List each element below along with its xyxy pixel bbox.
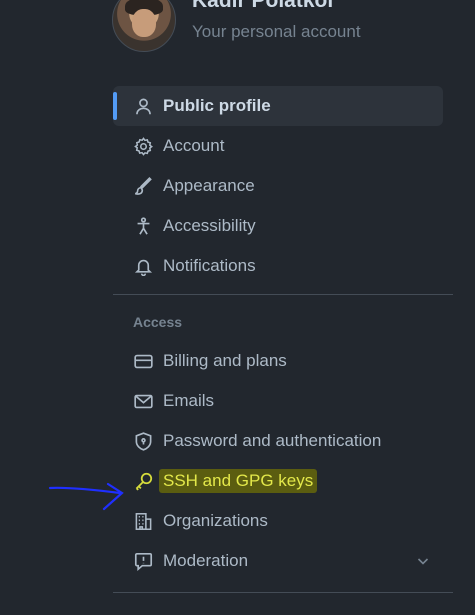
bell-icon (133, 256, 153, 276)
person-icon (133, 96, 153, 116)
key-icon (133, 471, 153, 491)
sidebar-item-label: Password and authentication (163, 431, 382, 450)
profile-header: Kadir Polatkol Your personal account (112, 0, 452, 52)
sidebar-item-label: Account (163, 136, 225, 155)
gear-icon (133, 136, 153, 156)
credit-card-icon (133, 351, 153, 371)
sidebar-item-label: Accessibility (163, 216, 256, 235)
paintbrush-icon (133, 176, 153, 196)
bottom-divider (113, 592, 453, 593)
sidebar-item-ssh-gpg-keys[interactable]: SSH and GPG keys (113, 461, 443, 501)
settings-page: Kadir Polatkol Your personal account Pub… (0, 0, 475, 615)
avatar-face (132, 9, 156, 37)
mail-icon (133, 391, 153, 411)
shield-lock-icon (133, 431, 153, 451)
report-icon (133, 551, 153, 571)
avatar[interactable] (112, 0, 176, 52)
sidebar-item-label: Notifications (163, 256, 256, 275)
chevron-down-icon[interactable] (415, 553, 431, 569)
sidebar-item-label: Billing and plans (163, 351, 287, 370)
organization-icon (133, 511, 153, 531)
sidebar-item-billing[interactable]: Billing and plans (113, 341, 443, 381)
settings-sidebar: Public profile Account Appearance Access… (113, 86, 453, 581)
sidebar-item-password[interactable]: Password and authentication (113, 421, 443, 461)
sidebar-item-public-profile[interactable]: Public profile (113, 86, 443, 126)
sidebar-item-organizations[interactable]: Organizations (113, 501, 443, 541)
sidebar-item-label: Moderation (163, 551, 249, 570)
sidebar-item-label: Organizations (163, 511, 268, 530)
sidebar-item-label: Public profile (163, 96, 271, 115)
sidebar-item-label: Appearance (163, 176, 255, 195)
section-divider (113, 294, 453, 295)
sidebar-item-label: Emails (163, 391, 215, 410)
sidebar-item-account[interactable]: Account (113, 126, 443, 166)
annotation-arrow-icon (48, 482, 124, 511)
sidebar-item-moderation[interactable]: Moderation (113, 541, 443, 581)
sidebar-item-accessibility[interactable]: Accessibility (113, 206, 443, 246)
sidebar-item-appearance[interactable]: Appearance (113, 166, 443, 206)
accessibility-icon (133, 216, 153, 236)
sidebar-item-emails[interactable]: Emails (113, 381, 443, 421)
sidebar-item-notifications[interactable]: Notifications (113, 246, 443, 286)
section-heading-access: Access (133, 314, 183, 330)
sidebar-item-label: SSH and GPG keys (159, 469, 318, 493)
profile-name[interactable]: Kadir Polatkol (192, 0, 333, 13)
profile-subtitle: Your personal account (192, 22, 361, 41)
active-indicator (113, 92, 117, 120)
